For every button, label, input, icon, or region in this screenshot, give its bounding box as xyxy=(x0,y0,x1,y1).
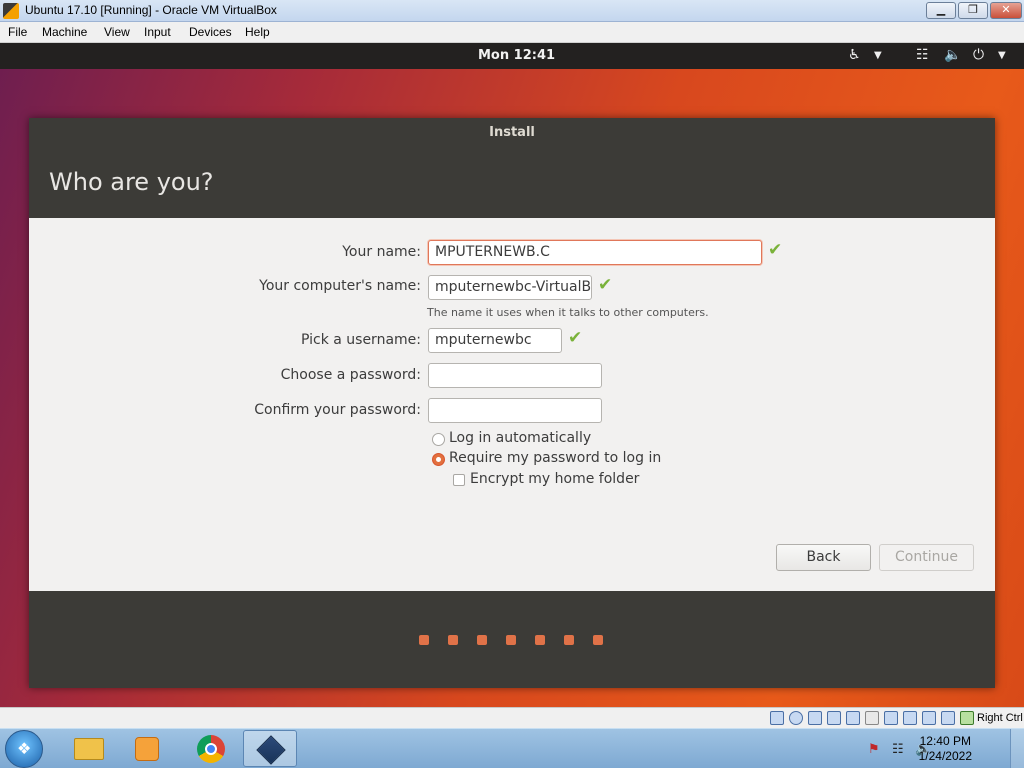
encrypt-home-checkbox[interactable] xyxy=(453,474,465,486)
power-icon[interactable]: ⏻ xyxy=(973,47,984,63)
display-icon[interactable] xyxy=(884,711,898,725)
page-title: Who are you? xyxy=(49,168,214,196)
chevron-down-icon[interactable]: ▼ xyxy=(874,50,882,61)
hard-disk-icon[interactable] xyxy=(770,711,784,725)
play-icon xyxy=(135,737,159,761)
keyboard-capture-icon[interactable] xyxy=(960,711,974,725)
vbox-titlebar[interactable]: Ubuntu 17.10 [Running] - Oracle VM Virtu… xyxy=(0,0,1024,22)
host-key-label: Right Ctrl xyxy=(977,712,1023,724)
gnome-top-bar: Mon 12:41 ♿ ▼ ☷ 🔈 ⏻ ▼ xyxy=(0,43,1024,69)
vbox-menubar: File Machine View Input Devices Help xyxy=(0,22,1024,43)
checkmark-icon: ✔ xyxy=(768,240,783,260)
windows-taskbar: ❖ ⚑ ☷ 🔈 12:40 PM 1/24/2022 xyxy=(0,728,1024,768)
windows-logo-icon: ❖ xyxy=(17,739,32,758)
checkmark-icon: ✔ xyxy=(598,275,613,295)
virtualbox-icon xyxy=(3,3,19,19)
chrome-center-icon xyxy=(205,743,217,755)
menu-help[interactable]: Help xyxy=(245,25,270,39)
progress-dot xyxy=(593,635,603,645)
audio-icon[interactable] xyxy=(808,711,822,725)
top-bar-clock[interactable]: Mon 12:41 xyxy=(478,48,555,63)
window-title: Ubuntu 17.10 [Running] - Oracle VM Virtu… xyxy=(25,3,277,17)
require-password-radio[interactable] xyxy=(432,453,445,466)
vbox-status-bar: Right Ctrl xyxy=(0,707,1024,728)
require-password-label[interactable]: Require my password to log in xyxy=(449,450,661,466)
installer-body: Your name: MPUTERNEWB.C ✔ Your computer'… xyxy=(29,218,995,591)
installer-window: Install Who are you? Your name: MPUTERNE… xyxy=(29,118,995,688)
login-automatically-label[interactable]: Log in automatically xyxy=(449,430,591,446)
password-label: Choose a password: xyxy=(280,367,421,383)
media-player-icon[interactable] xyxy=(120,730,174,767)
chrome-icon[interactable] xyxy=(185,730,239,767)
usb-icon[interactable] xyxy=(846,711,860,725)
progress-dot xyxy=(477,635,487,645)
taskbar-clock[interactable]: 12:40 PM 1/24/2022 xyxy=(919,734,972,764)
start-button[interactable]: ❖ xyxy=(5,730,43,768)
file-explorer-icon[interactable] xyxy=(62,730,116,767)
minimize-button[interactable]: ▁ xyxy=(926,2,956,19)
action-center-icon[interactable]: ⚑ xyxy=(868,742,880,757)
chevron-down-icon[interactable]: ▼ xyxy=(998,50,1006,61)
installer-header: Install Who are you? xyxy=(29,118,995,218)
installer-title: Install xyxy=(489,125,535,140)
taskbar-time: 12:40 PM xyxy=(919,734,971,748)
ubuntu-desktop: Mon 12:41 ♿ ▼ ☷ 🔈 ⏻ ▼ Install Who are yo… xyxy=(0,43,1024,707)
your-name-input[interactable]: MPUTERNEWB.C xyxy=(428,240,762,265)
optical-drive-icon[interactable] xyxy=(789,711,803,725)
network-tray-icon[interactable]: ☷ xyxy=(892,742,904,757)
confirm-password-input[interactable] xyxy=(428,398,602,423)
virtualbox-logo-icon xyxy=(256,735,286,765)
computer-name-hint: The name it uses when it talks to other … xyxy=(427,306,709,319)
username-label: Pick a username: xyxy=(300,332,421,348)
confirm-password-label: Confirm your password: xyxy=(254,402,421,418)
progress-dot xyxy=(419,635,429,645)
menu-file[interactable]: File xyxy=(8,25,27,39)
login-automatically-radio[interactable] xyxy=(432,433,445,446)
password-input[interactable] xyxy=(428,363,602,388)
encrypt-home-label[interactable]: Encrypt my home folder xyxy=(470,471,639,487)
volume-icon[interactable]: 🔈 xyxy=(944,47,961,63)
shared-folders-icon[interactable] xyxy=(865,711,879,725)
menu-machine[interactable]: Machine xyxy=(42,25,87,39)
folder-icon xyxy=(74,738,104,760)
restore-button[interactable]: ❐ xyxy=(958,2,988,19)
mouse-integration-icon[interactable] xyxy=(941,711,955,725)
installer-footer xyxy=(29,591,995,688)
username-input[interactable]: mputernewbc xyxy=(428,328,562,353)
close-button[interactable]: ✕ xyxy=(990,2,1022,19)
computer-name-label: Your computer's name: xyxy=(259,278,421,294)
accessibility-icon[interactable]: ♿ xyxy=(848,47,861,63)
show-desktop-button[interactable] xyxy=(1010,729,1024,768)
progress-dot xyxy=(448,635,458,645)
checkmark-icon: ✔ xyxy=(568,328,583,348)
back-button[interactable]: Back xyxy=(776,544,871,571)
cpu-icon[interactable] xyxy=(922,711,936,725)
menu-input[interactable]: Input xyxy=(144,25,171,39)
your-name-label: Your name: xyxy=(342,244,421,260)
network-adapter-icon[interactable] xyxy=(827,711,841,725)
menu-devices[interactable]: Devices xyxy=(189,25,232,39)
menu-view[interactable]: View xyxy=(104,25,130,39)
virtualbox-taskbar-button[interactable] xyxy=(243,730,297,767)
progress-dot xyxy=(564,635,574,645)
network-icon[interactable]: ☷ xyxy=(916,47,929,63)
computer-name-input[interactable]: mputernewbc-VirtualBox xyxy=(428,275,592,300)
taskbar-date: 1/24/2022 xyxy=(918,749,972,763)
progress-dot xyxy=(506,635,516,645)
continue-button[interactable]: Continue xyxy=(879,544,974,571)
video-capture-icon[interactable] xyxy=(903,711,917,725)
progress-dot xyxy=(535,635,545,645)
